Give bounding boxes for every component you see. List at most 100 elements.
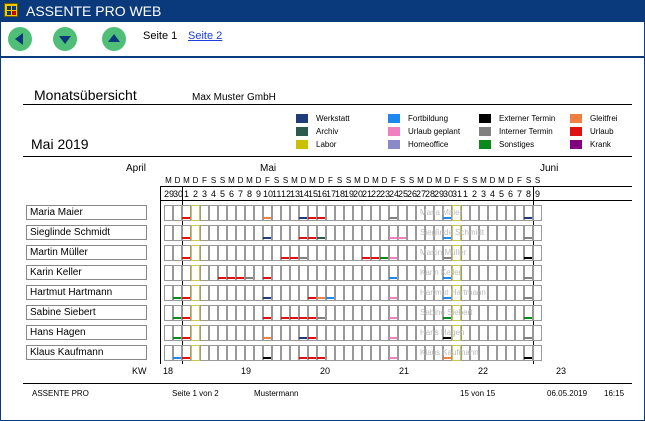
- day-cell: [254, 245, 263, 261]
- employee-name[interactable]: Maria Maier: [26, 205, 147, 220]
- previous-button[interactable]: [8, 27, 32, 51]
- day-cell: [497, 245, 506, 261]
- day-cell: [326, 305, 335, 321]
- day-cell: [227, 345, 236, 361]
- day-cell: [281, 345, 290, 361]
- day-cell: [245, 225, 254, 241]
- employee-name[interactable]: Hartmut Hartmann: [26, 285, 147, 300]
- day-cell: [353, 345, 362, 361]
- absence-mark: [173, 337, 181, 339]
- day-cell: [533, 345, 542, 361]
- legend-label: Archiv: [316, 127, 339, 136]
- day-cell: [200, 345, 209, 361]
- weekday-label: S: [345, 176, 352, 185]
- weekday-label: D: [237, 176, 244, 185]
- absence-mark: [182, 297, 190, 299]
- legend-swatch: [479, 140, 491, 149]
- absence-mark: [389, 337, 397, 339]
- day-cell: [227, 225, 236, 241]
- weekday-label: M: [228, 176, 235, 185]
- legend-label: Externer Termin: [499, 114, 556, 123]
- legend-label: Labor: [316, 140, 337, 149]
- day-number: 10: [263, 189, 274, 199]
- day-cell: [353, 285, 362, 301]
- day-cell: [344, 345, 353, 361]
- up-button[interactable]: [102, 27, 126, 51]
- day-cell: [470, 265, 479, 281]
- page-current-label: Seite 1: [143, 30, 178, 42]
- day-cell: [272, 205, 281, 221]
- weekday-label: D: [255, 176, 262, 185]
- absence-mark: [524, 257, 532, 259]
- absence-mark: [299, 237, 307, 239]
- absence-mark: [290, 257, 298, 259]
- day-cell: [515, 265, 524, 281]
- day-cell: [371, 325, 380, 341]
- day-cell: [407, 325, 416, 341]
- day-cell: [236, 325, 245, 341]
- weekday-label: F: [391, 176, 396, 185]
- employee-name[interactable]: Sabine Siebert: [26, 305, 147, 320]
- day-cell: [317, 325, 326, 341]
- day-cell: [281, 265, 290, 281]
- day-number: 14: [299, 189, 310, 199]
- employee-name[interactable]: Karin Keller: [26, 265, 147, 280]
- day-cell: [533, 205, 542, 221]
- legend-label: Urlaub: [590, 127, 614, 136]
- day-number: 27: [416, 189, 427, 199]
- day-cell: [173, 225, 182, 241]
- day-cell: [326, 205, 335, 221]
- day-cell: [164, 205, 173, 221]
- arrow-left-icon: [15, 33, 23, 45]
- header-divider: [23, 104, 632, 105]
- day-cell: [209, 265, 218, 281]
- legend-label: Sonstiges: [499, 140, 535, 149]
- day-cell: [272, 345, 281, 361]
- weekday-label: S: [273, 176, 280, 185]
- day-cell: [245, 305, 254, 321]
- day-cell: [470, 325, 479, 341]
- day-cell: [488, 225, 497, 241]
- day-cell: [227, 245, 236, 261]
- legend-label: Werkstatt: [316, 114, 350, 123]
- day-cell: [254, 305, 263, 321]
- day-number: 4: [489, 189, 495, 199]
- weekday-label: M: [291, 176, 298, 185]
- day-cell: [245, 205, 254, 221]
- day-cell: [380, 285, 389, 301]
- footer-date: 06.05.2019: [547, 389, 588, 398]
- down-button[interactable]: [53, 27, 77, 51]
- day-cell: [263, 245, 272, 261]
- weekday-label: M: [309, 176, 316, 185]
- day-cell: [344, 225, 353, 241]
- day-number: 6: [507, 189, 513, 199]
- employee-name-ghost: Karin Keller: [420, 268, 462, 277]
- day-cell: [353, 205, 362, 221]
- weekday-label: S: [210, 176, 217, 185]
- day-cell: [344, 245, 353, 261]
- employee-name[interactable]: Hans Hagen: [26, 325, 147, 340]
- day-cell: [533, 245, 542, 261]
- weekday-label: M: [417, 176, 424, 185]
- day-cell: [272, 305, 281, 321]
- absence-mark: [299, 257, 307, 259]
- day-cell: [290, 345, 299, 361]
- report-title: Monatsübersicht: [34, 87, 137, 103]
- absence-mark: [173, 317, 181, 319]
- footer-count: 15 von 15: [460, 389, 496, 398]
- day-cell: [299, 285, 308, 301]
- legend-swatch: [570, 114, 582, 123]
- day-cell: [245, 285, 254, 301]
- legend-swatch: [570, 127, 582, 136]
- day-cell: [326, 265, 335, 281]
- page-next-link[interactable]: Seite 2: [188, 30, 222, 42]
- employee-name[interactable]: Klaus Kaufmann: [26, 345, 147, 360]
- report-area-bottom: [1, 400, 644, 420]
- day-cell: [326, 345, 335, 361]
- weekday-label: M: [246, 176, 253, 185]
- day-cell: [200, 245, 209, 261]
- employee-name[interactable]: Sieglinde Schmidt: [26, 225, 147, 240]
- weekday-label: D: [174, 176, 181, 185]
- employee-name[interactable]: Martin Müller: [26, 245, 147, 260]
- month-separator: [160, 186, 161, 364]
